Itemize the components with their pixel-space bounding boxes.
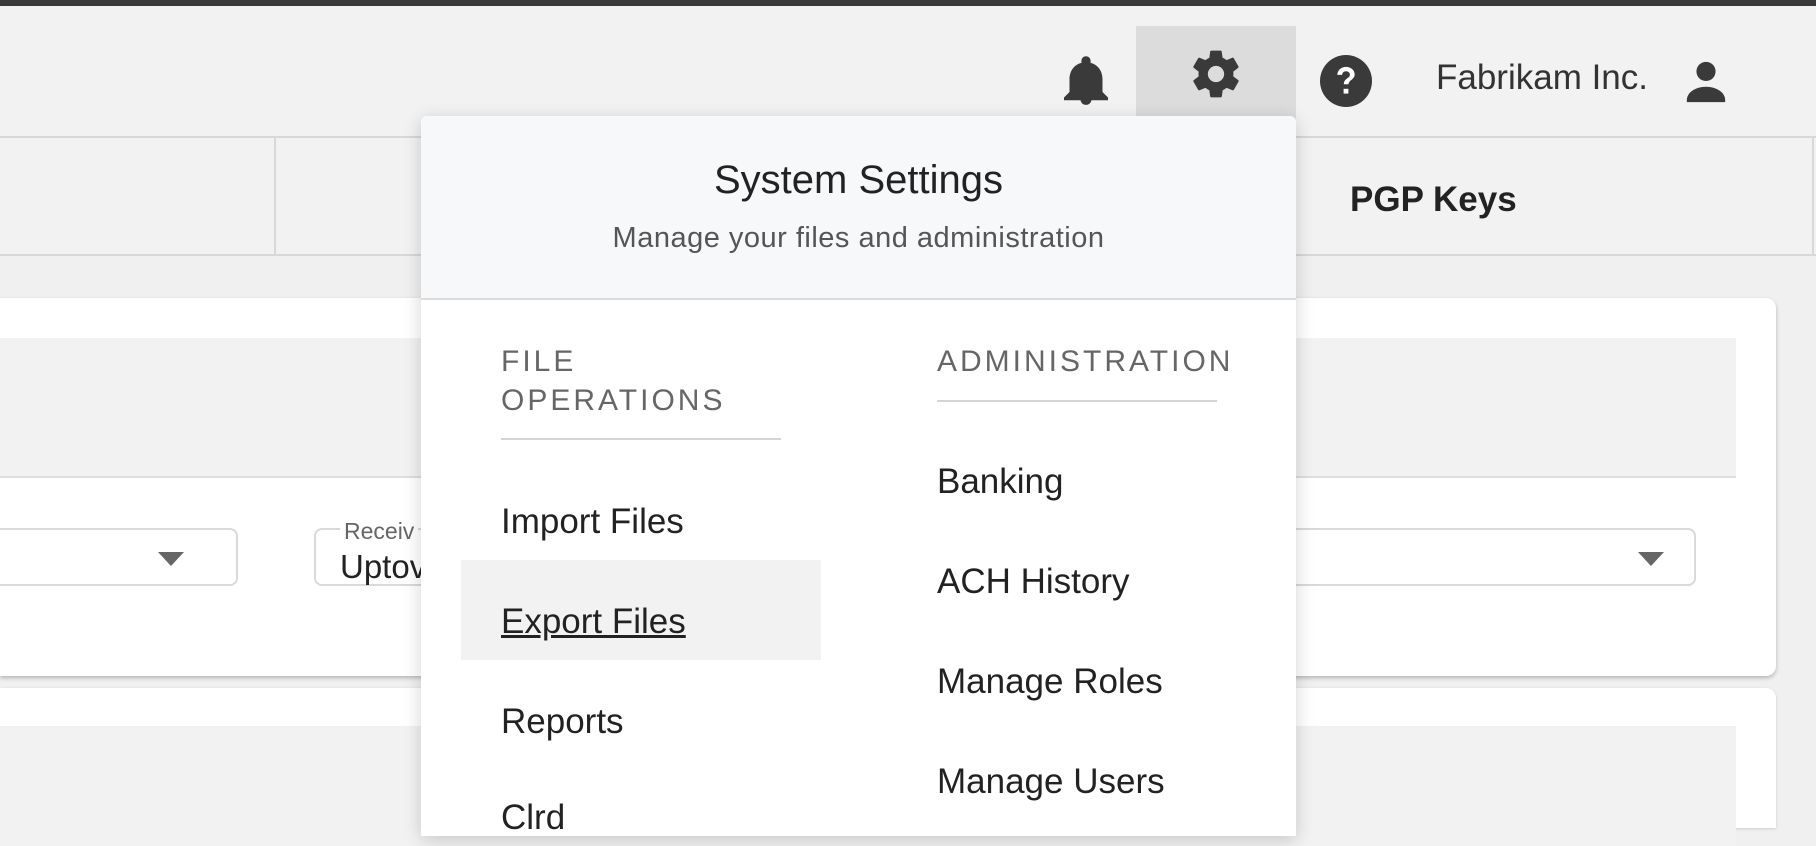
user-account-button[interactable] bbox=[1676, 46, 1736, 116]
system-settings-dropdown: System Settings Manage your files and ad… bbox=[421, 116, 1296, 836]
menu-item-clrd[interactable]: Clrd bbox=[501, 798, 565, 836]
tab-pgp-keys[interactable]: PGP Keys bbox=[1350, 180, 1517, 220]
menu-item-ach-history[interactable]: ACH History bbox=[937, 562, 1130, 602]
first-select[interactable] bbox=[0, 528, 238, 586]
help-icon bbox=[1320, 55, 1372, 107]
notifications-button[interactable] bbox=[1056, 46, 1116, 116]
dropdown-title: System Settings bbox=[713, 158, 1003, 202]
user-icon bbox=[1686, 61, 1726, 103]
menu-item-manage-roles[interactable]: Manage Roles bbox=[937, 662, 1163, 702]
file-operations-heading-line1: FILE bbox=[501, 345, 577, 378]
menu-item-import-files[interactable]: Import Files bbox=[501, 502, 684, 542]
file-operations-heading: FILE OPERATIONS bbox=[501, 342, 801, 420]
file-operations-heading-line2: OPERATIONS bbox=[501, 384, 726, 417]
menu-item-export-files[interactable]: Export Files bbox=[501, 602, 686, 642]
help-button[interactable] bbox=[1316, 46, 1376, 116]
administration-heading: ADMINISTRATION bbox=[937, 345, 1234, 378]
receiver-value: Uptov bbox=[340, 548, 427, 585]
menu-item-banking[interactable]: Banking bbox=[937, 462, 1063, 502]
administration-divider bbox=[937, 400, 1217, 402]
tab-1[interactable] bbox=[0, 138, 276, 254]
receiver-label: Receiv bbox=[340, 518, 419, 545]
bell-icon bbox=[1064, 56, 1108, 105]
menu-item-manage-users[interactable]: Manage Users bbox=[937, 762, 1165, 802]
chevron-down-icon bbox=[1638, 552, 1664, 566]
menu-item-reports[interactable]: Reports bbox=[501, 702, 624, 742]
file-operations-divider bbox=[501, 438, 781, 440]
settings-button[interactable] bbox=[1136, 26, 1296, 122]
organization-name[interactable]: Fabrikam Inc. bbox=[1436, 58, 1648, 98]
gear-icon bbox=[1193, 50, 1239, 98]
dropdown-header: System Settings Manage your files and ad… bbox=[421, 116, 1296, 300]
chevron-down-icon bbox=[158, 552, 184, 566]
dropdown-subtitle: Manage your files and administration bbox=[612, 222, 1105, 254]
